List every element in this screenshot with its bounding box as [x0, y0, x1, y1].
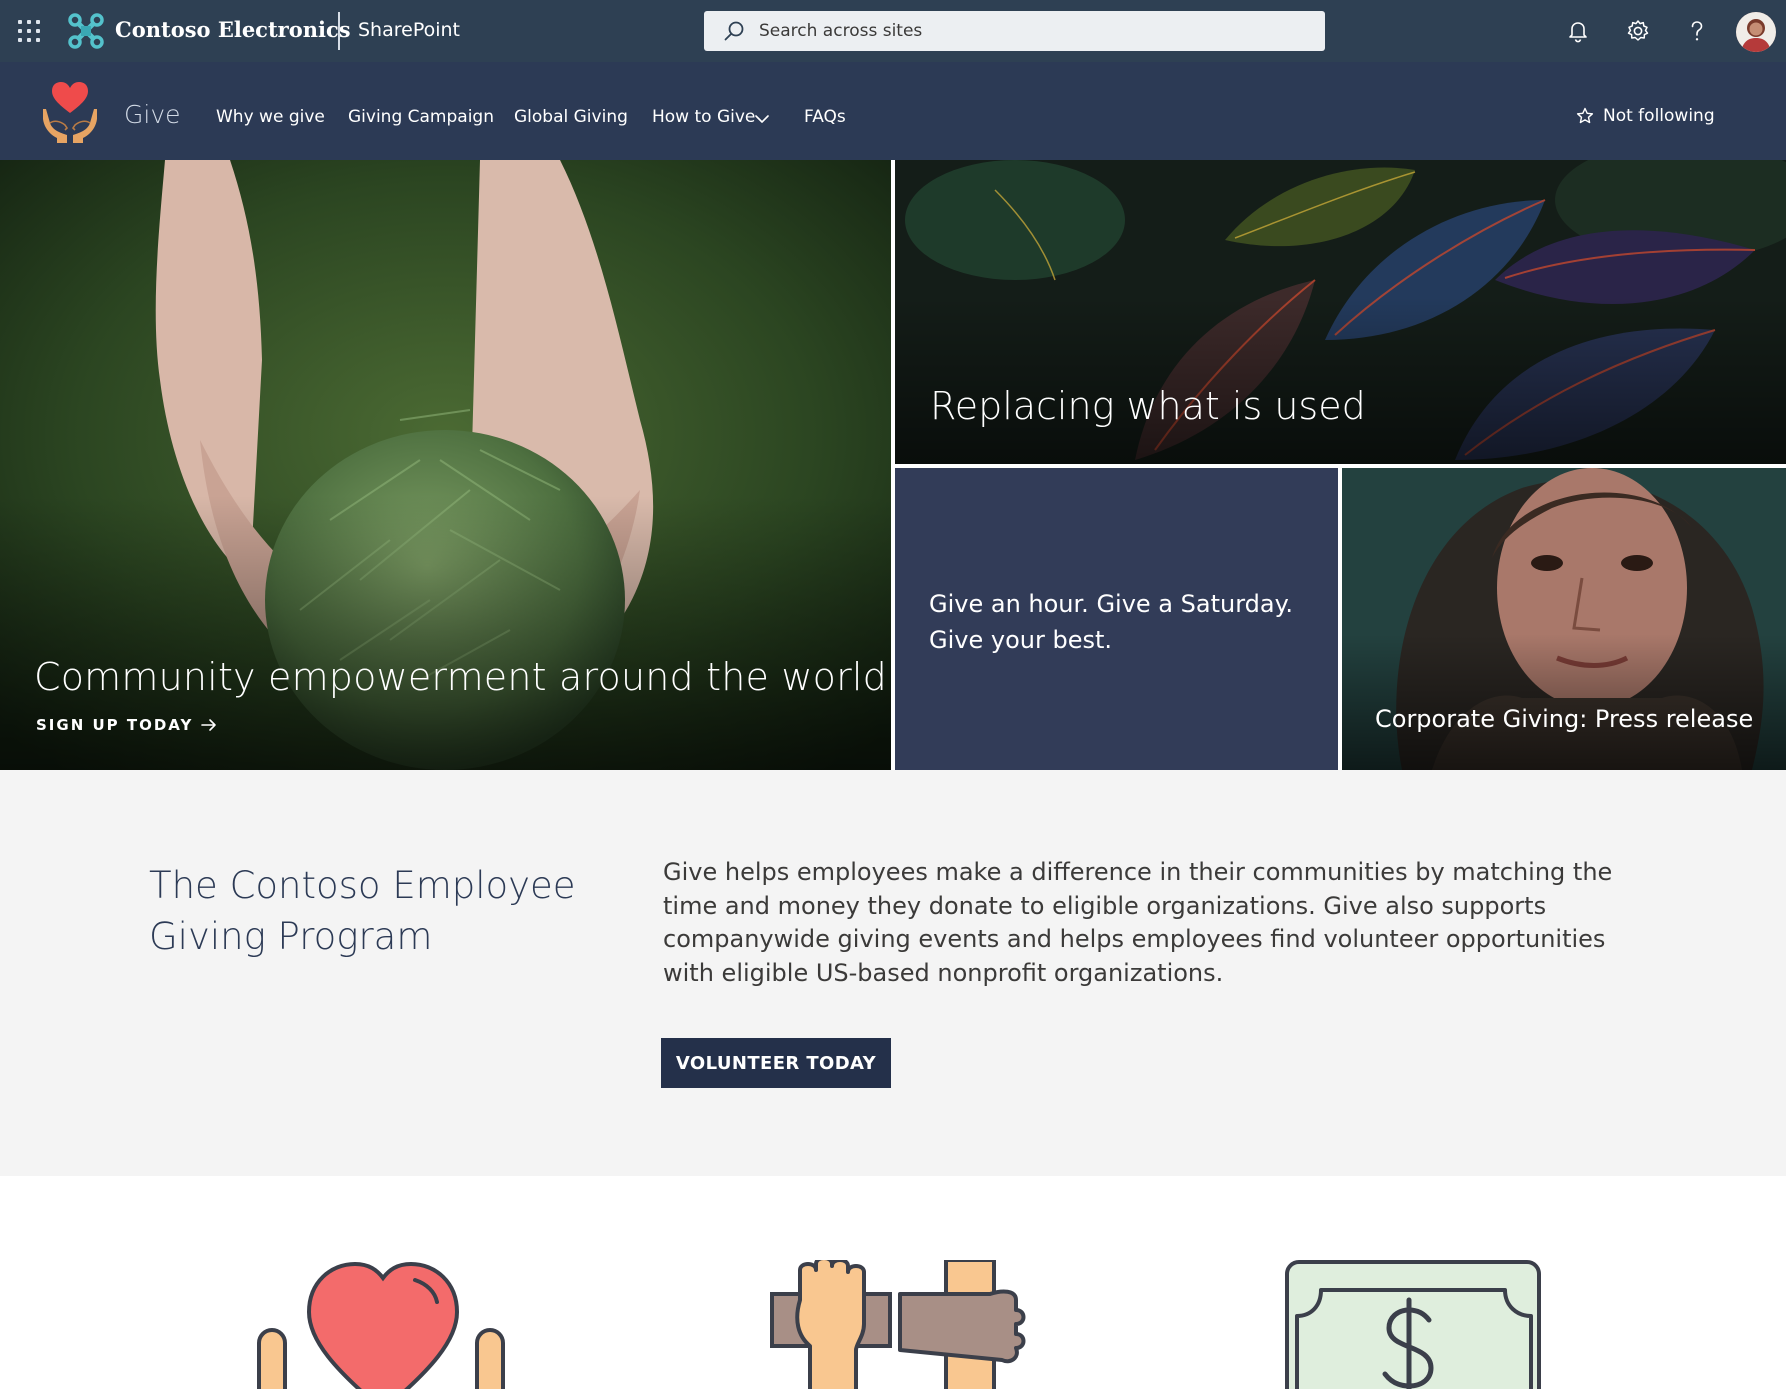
company-name[interactable]: Contoso Electronics [115, 17, 351, 42]
joined-hands-icon [770, 1260, 1026, 1389]
search-icon [724, 21, 744, 41]
hero-bottom-right-title: Corporate Giving: Press release [1375, 705, 1754, 733]
site-title[interactable]: Give [124, 100, 181, 129]
intro-heading: The Contoso Employee Giving Program [149, 864, 576, 958]
contoso-logo-icon[interactable] [66, 11, 106, 51]
hero-bottom-right-tile[interactable]: Corporate Giving: Press release [1342, 468, 1786, 770]
hero-main-tile[interactable]: Community empowerment around the world S… [0, 160, 891, 770]
chevron-down-icon[interactable] [754, 114, 770, 124]
settings-gear-icon[interactable] [1624, 17, 1652, 45]
follow-label: Not following [1603, 106, 1715, 126]
star-icon [1576, 107, 1594, 124]
intro-section: The Contoso Employee Giving Program Give… [0, 770, 1786, 1176]
notification-bell-icon[interactable] [1564, 17, 1592, 45]
arrow-right-icon [201, 719, 217, 731]
brand-divider [338, 12, 340, 50]
icon-section [0, 1176, 1786, 1389]
hero-main-title: Community empowerment around the world [34, 655, 888, 699]
user-avatar[interactable] [1736, 12, 1776, 52]
heart-hands-icon [257, 1261, 505, 1389]
intro-body-text: Give helps employees make a difference i… [663, 858, 1613, 987]
app-name[interactable]: SharePoint [358, 19, 460, 41]
help-icon[interactable] [1683, 17, 1711, 45]
site-header: Give Why we give Giving Campaign Global … [0, 62, 1786, 160]
follow-button[interactable]: Not following [1576, 106, 1715, 126]
sign-up-label: SIGN UP TODAY [36, 716, 194, 734]
hero-middle-tile[interactable]: Give an hour. Give a Saturday. Give your… [895, 468, 1338, 770]
nav-how-to-give[interactable]: How to Give [652, 107, 755, 127]
waffle-icon[interactable] [18, 20, 40, 42]
search-input[interactable]: Search across sites [759, 21, 922, 41]
dollar-bill-icon [1285, 1260, 1541, 1389]
give-logo-icon[interactable] [40, 79, 100, 145]
nav-why-we-give[interactable]: Why we give [216, 107, 325, 127]
hero-top-right-tile[interactable]: Replacing what is used [895, 160, 1786, 464]
volunteer-today-button[interactable]: VOLUNTEER TODAY [661, 1038, 891, 1088]
nav-giving-campaign[interactable]: Giving Campaign [348, 107, 494, 127]
nav-faqs[interactable]: FAQs [804, 107, 846, 127]
nav-global-giving[interactable]: Global Giving [514, 107, 628, 127]
hero-middle-text: Give an hour. Give a Saturday. Give your… [929, 590, 1293, 654]
search-box[interactable]: Search across sites [704, 11, 1325, 51]
sign-up-link[interactable]: SIGN UP TODAY [36, 716, 217, 734]
suite-bar: Contoso Electronics SharePoint Search ac… [0, 0, 1786, 62]
hero-top-right-title: Replacing what is used [930, 384, 1366, 428]
